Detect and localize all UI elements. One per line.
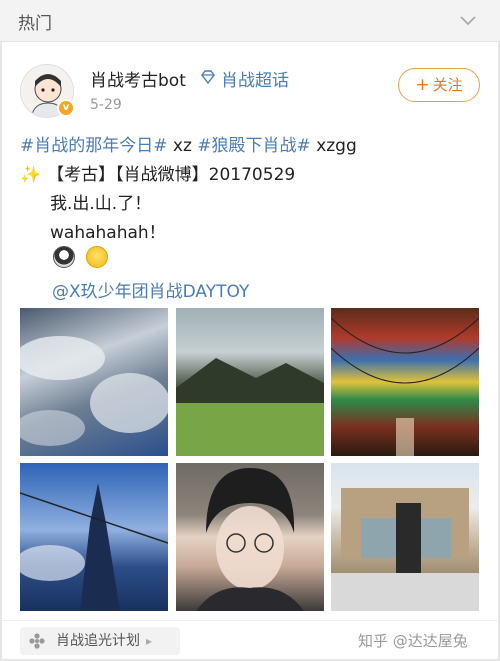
chevron-right-icon: ▸ bbox=[146, 634, 153, 648]
super-topic-diamond-icon bbox=[201, 70, 215, 85]
photo-building-person[interactable] bbox=[331, 463, 479, 611]
post-text-segment: 【考古】【肖战微博】20170529 bbox=[47, 165, 296, 185]
post-text-segment: xzgg bbox=[310, 136, 357, 156]
super-topic-chip[interactable]: 肖战追光计划 ▸ bbox=[20, 627, 180, 655]
post-text-line-2: ✨ 【考古】【肖战微博】20170529 bbox=[20, 160, 295, 185]
photo-stupa-sky[interactable] bbox=[20, 463, 168, 611]
super-topic-label: 肖战追光计划 bbox=[56, 633, 140, 649]
sparkle-icon: ✨ bbox=[20, 165, 42, 185]
panda-emoji-icon bbox=[53, 246, 75, 268]
plus-icon: + bbox=[415, 75, 430, 95]
watermark: 知乎 @达达屋兔 bbox=[358, 632, 468, 650]
post-text-segment: xz bbox=[167, 136, 198, 156]
photo-sky-clouds[interactable] bbox=[20, 308, 168, 456]
verified-badge: v bbox=[57, 99, 75, 117]
chevron-down-icon[interactable] bbox=[458, 10, 478, 30]
emoji-row bbox=[53, 246, 114, 270]
post-text-line-3: 我.出.山.了！ bbox=[50, 194, 152, 214]
follow-label: 关注 bbox=[432, 76, 463, 94]
follow-button[interactable]: + 关注 bbox=[398, 68, 480, 102]
post-text-line-1: #肖战的那年今日# xz #狼殿下肖战# xzgg bbox=[20, 131, 357, 156]
photo-mountain-meadow[interactable] bbox=[176, 308, 324, 456]
post-text-line-4: wahahahah！ bbox=[50, 223, 166, 243]
super-topic-link[interactable]: 肖战超话 bbox=[221, 66, 289, 91]
mention-link[interactable]: @X玖少年团肖战DAYTOY bbox=[52, 277, 249, 302]
feed-title: 热门 bbox=[18, 14, 52, 34]
photo-prayer-flags[interactable] bbox=[331, 308, 479, 456]
footer-divider bbox=[2, 620, 498, 621]
top-bar: 热门 bbox=[0, 0, 500, 42]
flower-icon bbox=[29, 633, 45, 649]
hashtag-link[interactable]: #肖战的那年今日# bbox=[20, 136, 168, 156]
photo-selfie-glasses[interactable] bbox=[176, 463, 324, 611]
hashtag-link[interactable]: #狼殿下肖战# bbox=[197, 136, 311, 156]
dizzy-face-emoji-icon bbox=[86, 246, 109, 268]
post-time: 5-29 bbox=[90, 97, 122, 113]
author-name[interactable]: 肖战考古bot bbox=[90, 66, 186, 91]
